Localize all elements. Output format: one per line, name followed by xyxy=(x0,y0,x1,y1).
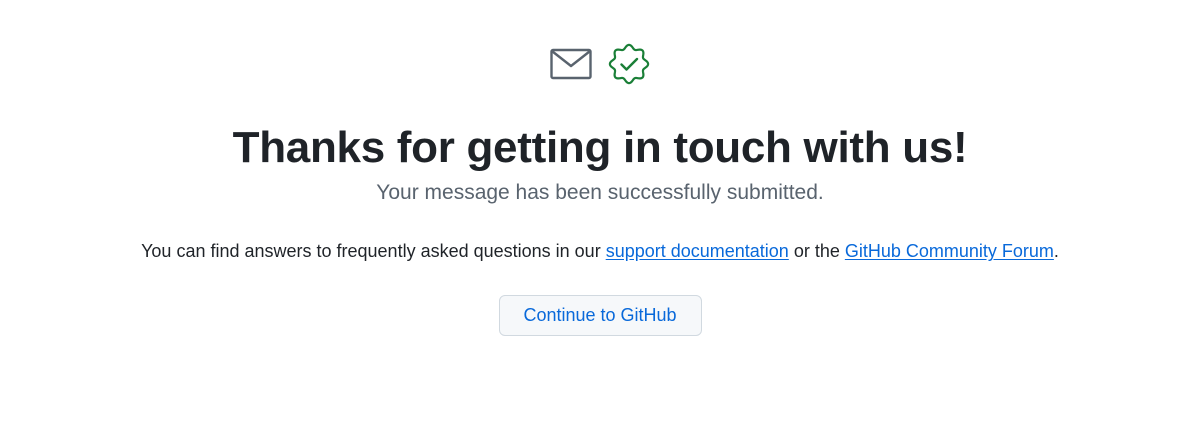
continue-to-github-button[interactable]: Continue to GitHub xyxy=(498,295,702,336)
support-documentation-link[interactable]: support documentation xyxy=(606,241,789,261)
page-subtitle: Your message has been successfully submi… xyxy=(376,181,824,204)
status-icons xyxy=(0,42,1200,86)
help-text-prefix: You can find answers to frequently asked… xyxy=(141,241,606,261)
community-forum-link[interactable]: GitHub Community Forum xyxy=(845,241,1054,261)
help-text-middle: or the xyxy=(788,241,845,261)
help-text-suffix: . xyxy=(1053,241,1059,261)
page-title: Thanks for getting in touch with us! xyxy=(232,123,968,172)
actions: Continue to GitHub xyxy=(0,295,1200,336)
verified-check-icon xyxy=(608,43,650,85)
mail-icon xyxy=(550,48,592,80)
help-text: You can find answers to frequently asked… xyxy=(0,237,1200,265)
confirmation-page: Thanks for getting in touch with us! You… xyxy=(0,0,1200,435)
